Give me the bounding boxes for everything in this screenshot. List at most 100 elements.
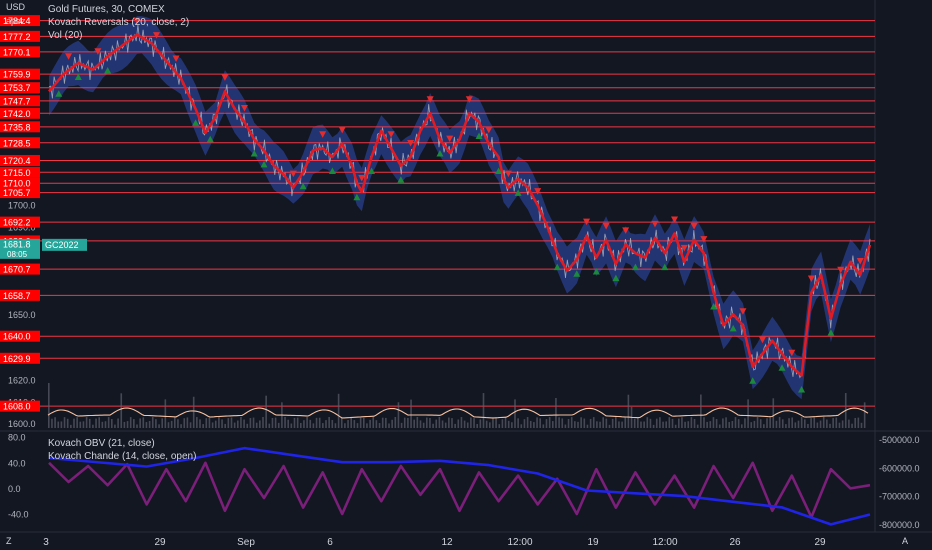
volume-bar xyxy=(356,423,359,428)
volume-bar xyxy=(791,417,793,428)
volume-bar xyxy=(277,422,280,428)
volume-bar xyxy=(174,417,176,428)
volume-bar xyxy=(605,418,608,428)
volume-bar xyxy=(687,421,690,428)
level-label: 1692.2 xyxy=(3,218,31,228)
level-label: 1608.0 xyxy=(3,402,31,412)
volume-bar xyxy=(501,419,504,428)
volume-bar xyxy=(419,420,422,428)
volume-bar xyxy=(426,417,428,428)
volume-bar xyxy=(753,420,756,428)
volume-bar xyxy=(366,423,368,428)
volume-bar xyxy=(290,423,293,428)
zoom-button[interactable]: Z xyxy=(6,536,12,546)
volume-bar xyxy=(315,417,318,428)
level-label: 1742.0 xyxy=(3,109,31,119)
volume-bar xyxy=(495,418,497,428)
volume-bar xyxy=(696,424,699,428)
volume-bar xyxy=(145,422,148,428)
level-label: 1777.2 xyxy=(3,32,31,42)
volume-bar xyxy=(454,423,456,428)
volume-bar xyxy=(60,421,63,428)
volume-bar xyxy=(331,419,334,428)
volume-bar xyxy=(599,421,601,428)
volume-bar xyxy=(158,424,160,428)
chart-canvas[interactable]: 329Sep61212:001912:0026291700.01690.0168… xyxy=(0,0,932,550)
volume-bar xyxy=(797,420,800,428)
volume-bar xyxy=(227,418,230,428)
volume-bar xyxy=(451,418,453,428)
volume-bar xyxy=(265,395,267,428)
legend-indicator-obv: Kovach OBV (21, close) xyxy=(48,438,155,449)
volume-bar xyxy=(164,399,167,428)
x-tick-label: 3 xyxy=(43,537,49,548)
volume-bar xyxy=(529,420,532,428)
volume-bar xyxy=(860,422,863,428)
volume-bar xyxy=(325,420,327,428)
volume-bar xyxy=(189,422,192,428)
volume-bar xyxy=(775,420,778,428)
volume-bar xyxy=(369,419,371,428)
volume-bar xyxy=(826,419,828,428)
volume-bar xyxy=(183,418,186,428)
volume-bar xyxy=(520,424,523,428)
volume-bar xyxy=(300,422,302,428)
level-label: 1658.7 xyxy=(3,291,31,301)
volume-bar xyxy=(835,417,838,428)
volume-bar xyxy=(602,417,604,428)
main-legend-title: Gold Futures, 30, COMEX xyxy=(48,4,165,15)
volume-bar xyxy=(92,424,94,428)
volume-bar xyxy=(492,417,494,428)
volume-bar xyxy=(309,419,312,428)
volume-bar xyxy=(394,417,397,428)
volume-bar xyxy=(211,422,214,428)
volume-bar xyxy=(715,419,718,428)
volume-bar xyxy=(167,422,170,428)
volume-bar xyxy=(192,396,195,428)
volume-bar xyxy=(684,421,686,428)
volume-bar xyxy=(747,399,749,428)
volume-bar xyxy=(224,423,226,428)
volume-bar xyxy=(79,421,82,428)
level-label: 1735.8 xyxy=(3,122,31,132)
volume-bar xyxy=(48,383,50,428)
volume-bar xyxy=(841,420,844,428)
volume-bar xyxy=(259,420,261,428)
volume-bar xyxy=(725,417,727,428)
volume-bar xyxy=(810,418,812,428)
volume-bar xyxy=(413,419,415,428)
volume-bar xyxy=(838,422,841,428)
volume-bar xyxy=(574,421,576,428)
volume-bar xyxy=(848,419,850,428)
volume-bar xyxy=(640,421,642,428)
volume-bar xyxy=(504,417,507,428)
volume-bar xyxy=(678,418,680,428)
volume-bar xyxy=(807,423,809,428)
volume-bar xyxy=(252,417,255,428)
volume-bar xyxy=(410,399,412,428)
volume-bar xyxy=(104,421,107,428)
volume-bar xyxy=(722,418,724,428)
volume-bar xyxy=(218,417,220,428)
volume-bar xyxy=(344,423,346,428)
volume-bar xyxy=(580,417,582,428)
volume-bar xyxy=(766,418,768,428)
auto-scale-button[interactable]: A xyxy=(902,536,908,546)
volume-bar xyxy=(712,417,715,428)
x-tick-label: 12:00 xyxy=(507,537,532,548)
volume-bar xyxy=(706,421,708,428)
volume-bar xyxy=(781,419,784,428)
volume-bar xyxy=(476,424,478,428)
volume-bar xyxy=(460,417,463,428)
volume-bar xyxy=(312,423,315,428)
volume-bar xyxy=(652,424,655,428)
volume-bar xyxy=(539,418,541,428)
volume-bar xyxy=(668,417,671,428)
volume-bar xyxy=(564,424,567,428)
volume-bar xyxy=(133,419,135,428)
volume-bar xyxy=(82,421,85,428)
volume-bar xyxy=(214,420,217,428)
volume-bar xyxy=(151,417,154,428)
volume-bar xyxy=(73,418,75,428)
volume-bar xyxy=(403,417,406,428)
